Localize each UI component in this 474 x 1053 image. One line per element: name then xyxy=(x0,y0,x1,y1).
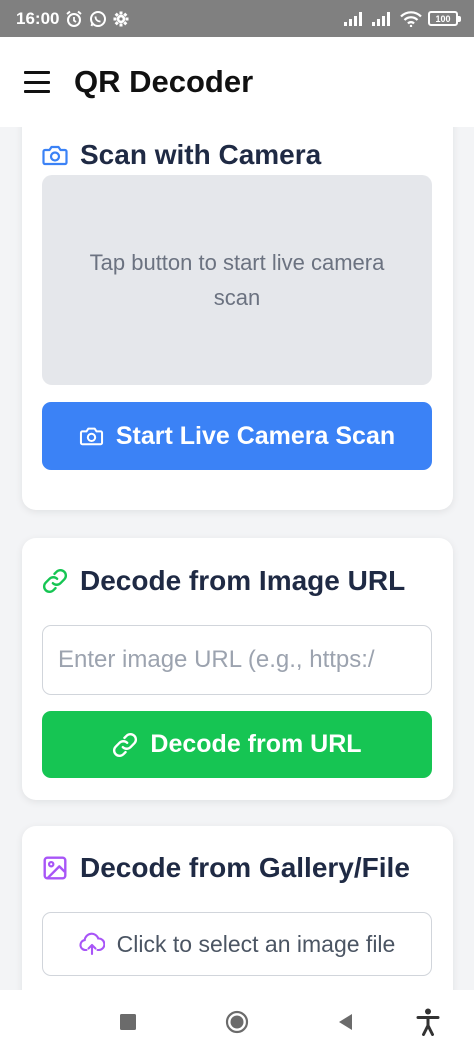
gallery-card-title: Decode from Gallery/File xyxy=(80,852,410,883)
camera-placeholder-text: Tap button to start live camera scan xyxy=(89,250,385,310)
status-left: 16:00 xyxy=(16,9,129,29)
back-triangle-icon xyxy=(339,1013,352,1030)
accessibility-icon xyxy=(416,1008,440,1036)
start-camera-scan-label: Start Live Camera Scan xyxy=(115,421,396,450)
hamburger-menu-icon[interactable] xyxy=(24,71,50,93)
alarm-icon xyxy=(66,10,83,27)
system-nav-bar xyxy=(0,990,474,1053)
camera-scan-card: Scan with Camera Tap button to start liv… xyxy=(22,127,453,510)
camera-icon xyxy=(79,427,103,446)
decode-url-button[interactable]: Decode from URL xyxy=(42,711,432,778)
status-right: 100 xyxy=(344,10,461,27)
battery-level: 100 xyxy=(435,13,451,24)
app-bar: QR Decoder xyxy=(0,37,474,127)
accessibility-button[interactable] xyxy=(416,1008,440,1036)
cell-signal-2-icon xyxy=(372,11,390,26)
link-icon xyxy=(113,732,138,757)
url-card-header: Decode from Image URL xyxy=(42,565,405,597)
camera-preview-area: Tap button to start live camera scan xyxy=(42,175,432,385)
gallery-card-header: Decode from Gallery/File xyxy=(42,852,410,884)
wifi-icon xyxy=(400,10,422,27)
page-title: QR Decoder xyxy=(74,64,254,99)
image-url-card: Decode from Image URL Enter image URL (e… xyxy=(22,538,453,800)
camera-card-title: Scan with Camera xyxy=(80,139,322,170)
select-image-file-button[interactable]: Click to select an image file xyxy=(42,912,432,976)
settings-gear-icon xyxy=(113,11,129,26)
start-camera-scan-button[interactable]: Start Live Camera Scan xyxy=(42,402,432,470)
recents-button[interactable] xyxy=(120,1013,136,1030)
home-circle-icon xyxy=(225,1010,249,1033)
status-time: 16:00 xyxy=(16,8,60,28)
back-button[interactable] xyxy=(337,1013,353,1031)
whatsapp-icon xyxy=(90,10,107,27)
upload-cloud-icon xyxy=(79,932,105,956)
image-url-input[interactable]: Enter image URL (e.g., https:/ xyxy=(42,625,432,695)
image-icon xyxy=(43,856,67,880)
select-image-file-label: Click to select an image file xyxy=(116,930,396,957)
main-content[interactable]: Scan with Camera Tap button to start liv… xyxy=(0,127,474,990)
battery-icon: 100 xyxy=(428,11,461,26)
status-bar: 16:00 100 xyxy=(0,0,474,37)
camera-card-header: Scan with Camera xyxy=(42,139,321,171)
url-card-title: Decode from Image URL xyxy=(80,565,406,596)
cell-signal-icon xyxy=(344,11,362,26)
camera-icon xyxy=(42,145,68,166)
home-button[interactable] xyxy=(225,1010,249,1034)
image-url-placeholder: Enter image URL (e.g., https:/ xyxy=(58,646,375,673)
link-icon xyxy=(42,568,68,594)
gallery-file-card: Decode from Gallery/File Click to select… xyxy=(22,826,453,990)
decode-url-label: Decode from URL xyxy=(150,730,362,758)
square-icon xyxy=(120,1013,136,1030)
